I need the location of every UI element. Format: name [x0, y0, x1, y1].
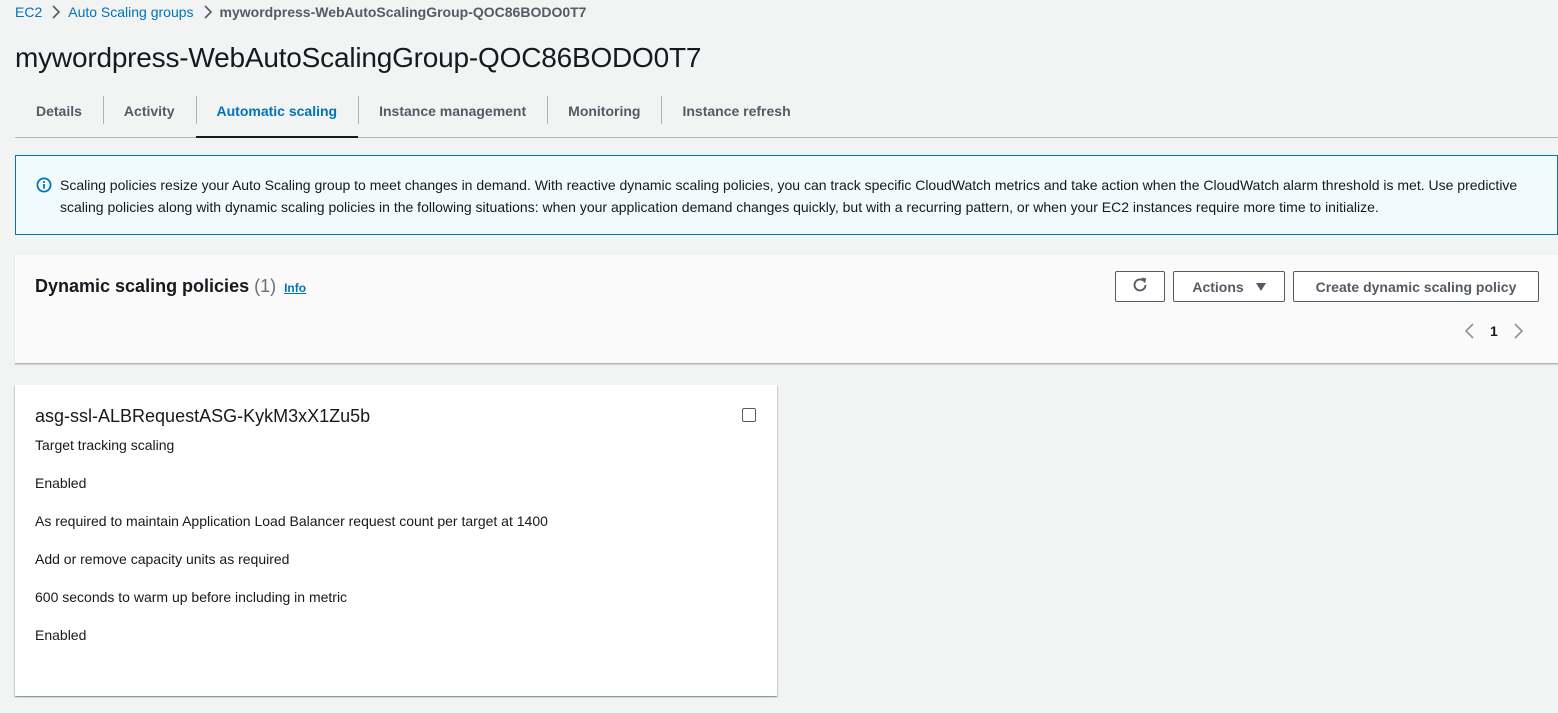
info-link[interactable]: Info: [284, 281, 306, 295]
policy-count: (1): [254, 276, 277, 296]
section-heading-text: Dynamic scaling policies: [35, 276, 250, 296]
tab-automatic-scaling[interactable]: Automatic scaling: [195, 84, 359, 138]
tab-monitoring[interactable]: Monitoring: [547, 84, 661, 137]
policy-target: As required to maintain Application Load…: [35, 513, 548, 529]
policy-action: Add or remove capacity units as required: [35, 551, 290, 567]
current-page-number[interactable]: 1: [1490, 323, 1498, 339]
policy-type: Target tracking scaling: [35, 437, 175, 453]
info-icon: [36, 177, 52, 193]
refresh-button[interactable]: [1115, 271, 1165, 302]
policy-status: Enabled: [35, 475, 87, 491]
section-heading: Dynamic scaling policies (1) Info: [35, 276, 306, 297]
create-dynamic-scaling-policy-button[interactable]: Create dynamic scaling policy: [1293, 271, 1539, 302]
policy-card: asg-ssl-ALBRequestASG-KykM3xX1Zu5b Targe…: [15, 385, 777, 696]
tab-instance-management[interactable]: Instance management: [358, 84, 547, 137]
policy-scale-in: Enabled: [35, 627, 87, 643]
chevron-right-icon[interactable]: [1514, 323, 1523, 339]
caret-down-icon: [1255, 282, 1266, 291]
refresh-icon: [1131, 276, 1149, 297]
policy-name: asg-ssl-ALBRequestASG-KykM3xX1Zu5b: [35, 406, 371, 426]
breadcrumb-current: mywordpress-WebAutoScalingGroup-QOC86BOD…: [219, 4, 587, 20]
info-alert: Scaling policies resize your Auto Scalin…: [15, 155, 1558, 235]
tab-details[interactable]: Details: [15, 84, 103, 137]
chevron-left-icon[interactable]: [1465, 323, 1474, 339]
pagination: 1: [1465, 321, 1523, 341]
chevron-right-icon: [203, 5, 212, 19]
page-title: mywordpress-WebAutoScalingGroup-QOC86BOD…: [15, 42, 702, 73]
breadcrumb-item-ec2[interactable]: EC2: [15, 4, 42, 20]
info-alert-text: Scaling policies resize your Auto Scalin…: [60, 177, 1518, 215]
actions-dropdown-button[interactable]: Actions: [1173, 271, 1285, 302]
tab-instance-refresh[interactable]: Instance refresh: [661, 84, 811, 137]
chevron-right-icon: [52, 5, 61, 19]
tab-bar: Details Activity Automatic scaling Insta…: [15, 84, 1558, 138]
policy-select-checkbox[interactable]: [742, 408, 756, 422]
breadcrumb-item-auto-scaling-groups[interactable]: Auto Scaling groups: [68, 4, 193, 20]
actions-label: Actions: [1192, 278, 1244, 295]
breadcrumb: EC2 Auto Scaling groups mywordpress-WebA…: [15, 3, 586, 21]
policy-warmup: 600 seconds to warm up before including …: [35, 589, 348, 605]
tab-activity[interactable]: Activity: [102, 84, 196, 137]
dynamic-scaling-policies-header: Dynamic scaling policies (1) Info Action…: [15, 255, 1558, 364]
